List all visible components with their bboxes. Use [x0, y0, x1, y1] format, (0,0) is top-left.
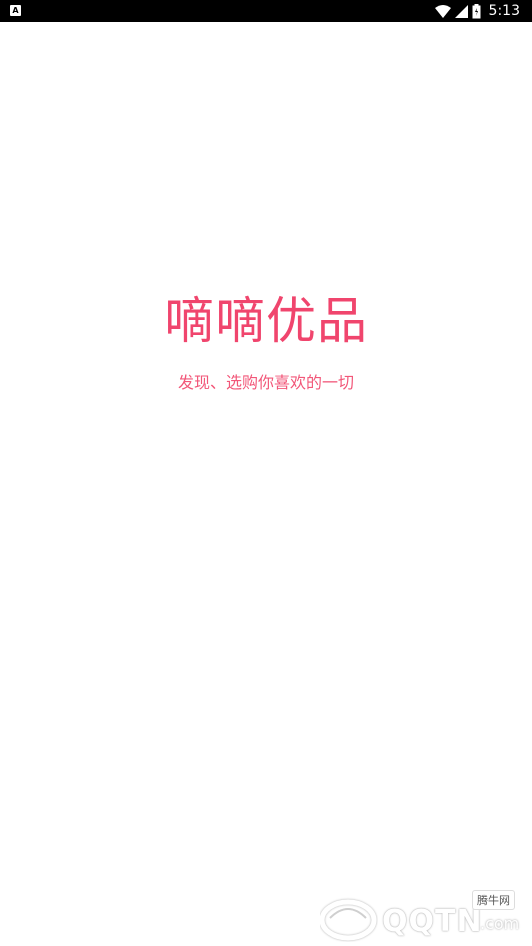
watermark-logo-icon [319, 894, 378, 946]
watermark-badge: 腾牛网 [472, 890, 515, 910]
battery-icon [472, 3, 481, 19]
signal-icon [454, 4, 468, 18]
app-slogan: 发现、选购你喜欢的一切 [177, 373, 354, 392]
watermark-domain: .com [480, 914, 520, 933]
app-name: 嘀嘀优品 [164, 292, 368, 350]
notification-icon: A [10, 5, 21, 16]
status-icons: 5:13 [434, 0, 520, 22]
status-bar: A 5:13 [0, 0, 532, 22]
watermark-brand: QQTN [382, 904, 483, 939]
clock: 5:13 [488, 3, 520, 19]
watermark: QQTN .com 腾牛网 [319, 890, 530, 946]
wifi-icon [434, 4, 451, 18]
